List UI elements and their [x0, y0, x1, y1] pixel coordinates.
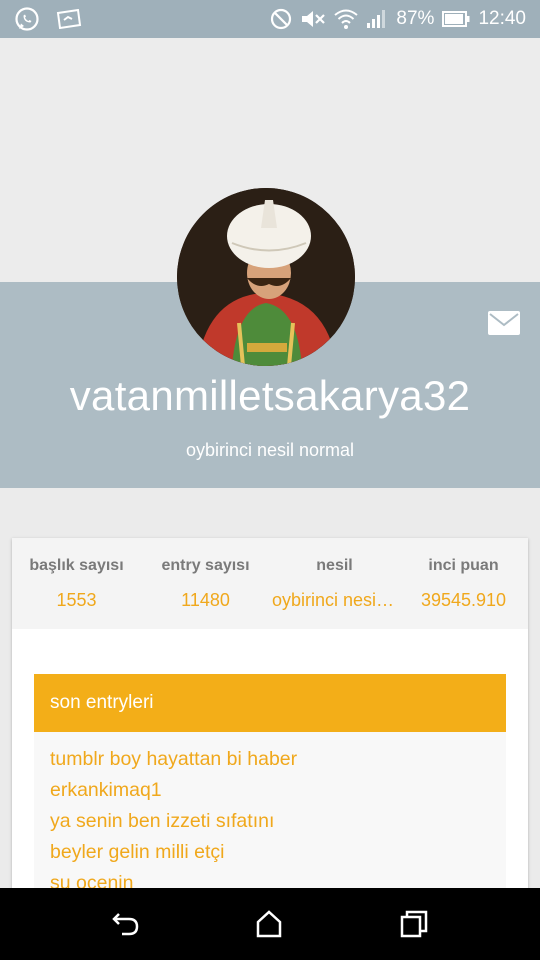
stat-topics[interactable]: başlık sayısı 1553 [12, 538, 141, 629]
entry-link[interactable]: beyler gelin milli etçi [50, 837, 506, 868]
mute-icon [300, 8, 326, 30]
stat-generation[interactable]: nesil oybirinci nesil normal [270, 538, 399, 629]
stat-entries[interactable]: entry sayısı 11480 [141, 538, 270, 629]
battery-percent: 87% [396, 8, 435, 29]
avatar[interactable] [177, 188, 355, 366]
entry-link[interactable]: tumblr boy hayattan bi haber [50, 744, 506, 775]
stat-label: entry sayısı [161, 557, 250, 574]
entry-link[interactable]: erkankimaq1 [50, 775, 506, 806]
stat-value: 11480 [181, 590, 230, 610]
stat-label: başlık sayısı [29, 557, 124, 574]
stats-row: başlık sayısı 1553 entry sayısı 11480 ne… [12, 538, 528, 629]
game-controller-icon [54, 9, 82, 29]
envelope-icon[interactable] [488, 311, 520, 335]
whatsapp-icon [14, 6, 40, 32]
generation-subtitle: oybirinci nesil normal [185, 440, 355, 460]
recent-entries-title: son entryleri [50, 692, 154, 713]
stat-label: nesil [316, 557, 353, 574]
stat-value: oybirinci nesil normal [272, 590, 399, 610]
navigation-bar [0, 888, 540, 960]
stats-card: başlık sayısı 1553 entry sayısı 11480 ne… [12, 538, 528, 932]
signal-icon [366, 9, 388, 29]
stat-pearl-points[interactable]: inci puan 39545.910 [399, 538, 528, 629]
recent-entries-header: son entryleri [34, 674, 506, 732]
do-not-disturb-icon [270, 8, 292, 30]
recents-icon[interactable] [398, 908, 430, 940]
clock: 12:40 [478, 8, 526, 29]
back-icon[interactable] [110, 908, 142, 940]
home-icon[interactable] [253, 908, 285, 940]
status-bar: 87% 12:40 [0, 0, 540, 38]
stat-value: 39545.910 [420, 590, 507, 610]
entry-link[interactable]: ya senin ben izzeti sıfatını [50, 806, 506, 837]
stat-value: 1553 [56, 590, 97, 610]
battery-icon [442, 11, 470, 27]
wifi-icon [334, 8, 359, 30]
username: vatanmilletsakarya32 [69, 372, 471, 419]
stat-label: inci puan [428, 557, 499, 574]
